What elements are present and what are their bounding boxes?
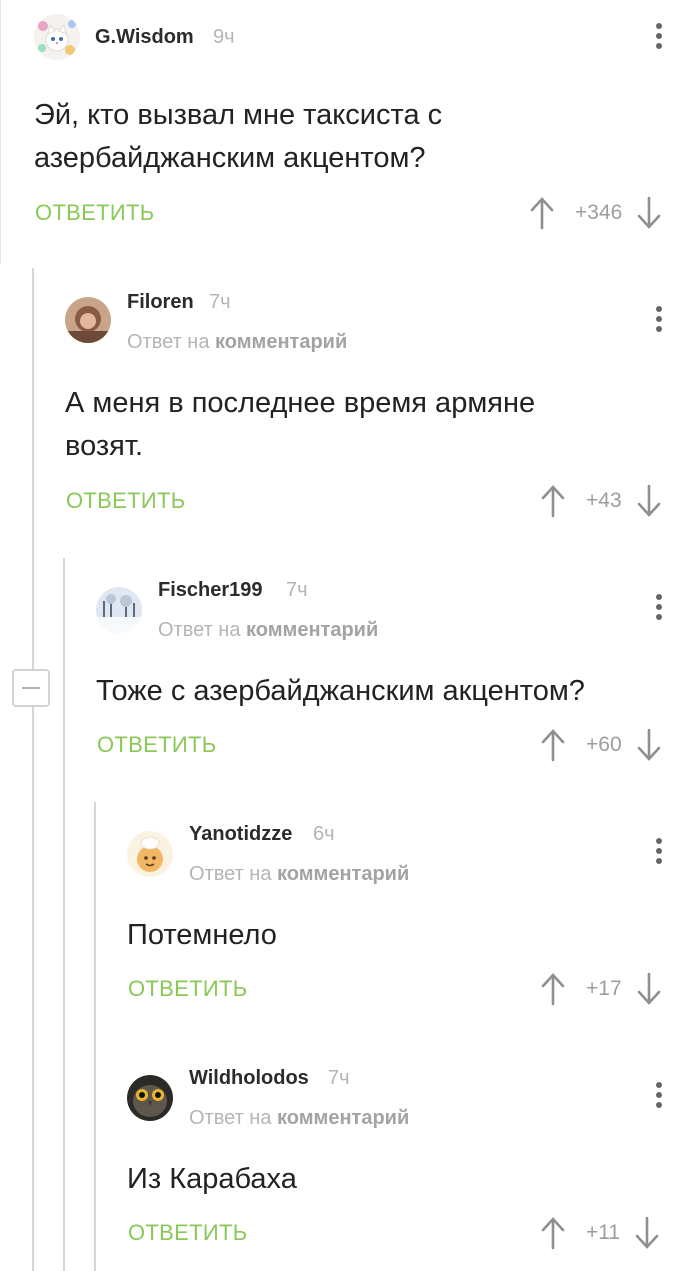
arrow-down-icon[interactable]	[636, 483, 662, 519]
arrow-down-icon[interactable]	[636, 195, 662, 231]
comment-time: 6ч	[313, 823, 335, 845]
avatar-yanotidzze[interactable]	[127, 831, 173, 877]
author-name[interactable]: Fischer199	[158, 579, 263, 602]
reply-to-link[interactable]: комментарий	[215, 331, 347, 353]
comment-text: Потемнело	[127, 919, 277, 951]
reply-to-label: Ответ на комментарий	[127, 331, 347, 354]
arrow-down-icon[interactable]	[636, 727, 662, 763]
comment-time: 7ч	[286, 579, 308, 601]
rating-value: +60	[586, 733, 622, 756]
arrow-up-icon[interactable]	[540, 1215, 566, 1251]
cat-avatar-icon	[34, 14, 80, 60]
arrow-up-icon[interactable]	[540, 483, 566, 519]
more-vertical-icon[interactable]	[647, 18, 671, 54]
comment-time: 9ч	[213, 26, 235, 48]
author-name[interactable]: Wildholodos	[189, 1067, 309, 1090]
rating-value: +17	[586, 977, 622, 1000]
arrow-up-icon[interactable]	[529, 195, 555, 231]
reply-to-link[interactable]: комментарий	[246, 619, 378, 641]
vote-controls: +11	[540, 1215, 660, 1251]
arrow-up-icon[interactable]	[540, 971, 566, 1007]
reply-to-label: Ответ на комментарий	[189, 863, 409, 886]
author-name[interactable]: Filoren	[127, 291, 194, 314]
thread-line-root	[0, 0, 1, 264]
reply-to-prefix: Ответ на	[189, 863, 272, 885]
arrow-down-icon[interactable]	[636, 971, 662, 1007]
avatar-fischer199[interactable]	[96, 587, 142, 633]
rating-value: +11	[586, 1221, 621, 1244]
more-vertical-icon[interactable]	[647, 589, 671, 625]
collapse-thread-button[interactable]	[12, 669, 50, 707]
portrait-avatar-icon	[65, 297, 111, 343]
reply-button[interactable]: ОТВЕТИТЬ	[128, 1220, 247, 1246]
comment-text: Эй, кто вызвал мне таксиста с азербайджа…	[34, 99, 443, 174]
thread-line-level-2	[63, 558, 65, 1271]
comment-time: 7ч	[328, 1067, 350, 1089]
arrow-down-icon[interactable]	[634, 1215, 660, 1251]
reply-to-link[interactable]: комментарий	[277, 1107, 409, 1129]
comment-text: Тоже с азербайджанским акцентом?	[96, 675, 585, 707]
comment-text: Из Карабаха	[127, 1163, 297, 1195]
reply-to-label: Ответ на комментарий	[158, 619, 378, 642]
vote-controls: +43	[540, 483, 662, 519]
author-name[interactable]: Yanotidzze	[189, 823, 292, 846]
rating-value: +346	[575, 201, 623, 224]
arrow-up-icon[interactable]	[540, 727, 566, 763]
thread-line-level-3	[94, 802, 96, 1271]
comment-text: А меня в последнее время армяне возят.	[65, 387, 536, 462]
rating-value: +43	[586, 489, 622, 512]
vote-controls: +346	[529, 195, 662, 231]
more-vertical-icon[interactable]	[647, 833, 671, 869]
more-vertical-icon[interactable]	[647, 1077, 671, 1113]
avatar-wildholodos[interactable]	[127, 1075, 173, 1121]
reply-to-link[interactable]: комментарий	[277, 863, 409, 885]
reply-button[interactable]: ОТВЕТИТЬ	[97, 732, 216, 758]
reply-to-prefix: Ответ на	[189, 1107, 272, 1129]
vote-controls: +60	[540, 727, 662, 763]
more-vertical-icon[interactable]	[647, 301, 671, 337]
reply-button[interactable]: ОТВЕТИТЬ	[66, 488, 185, 514]
reply-button[interactable]: ОТВЕТИТЬ	[35, 200, 154, 226]
cartoon-avatar-icon	[127, 831, 173, 877]
reply-to-prefix: Ответ на	[127, 331, 210, 353]
reply-to-label: Ответ на комментарий	[189, 1107, 409, 1130]
comment-time: 7ч	[209, 291, 231, 313]
avatar-g-wisdom[interactable]	[34, 14, 80, 60]
vote-controls: +17	[540, 971, 662, 1007]
reply-to-prefix: Ответ на	[158, 619, 241, 641]
reply-button[interactable]: ОТВЕТИТЬ	[128, 976, 247, 1002]
owl-avatar-icon	[127, 1075, 173, 1121]
thread-line-level-1	[32, 268, 34, 1271]
author-name[interactable]: G.Wisdom	[95, 26, 194, 49]
winter-avatar-icon	[96, 587, 142, 633]
avatar-filoren[interactable]	[65, 297, 111, 343]
